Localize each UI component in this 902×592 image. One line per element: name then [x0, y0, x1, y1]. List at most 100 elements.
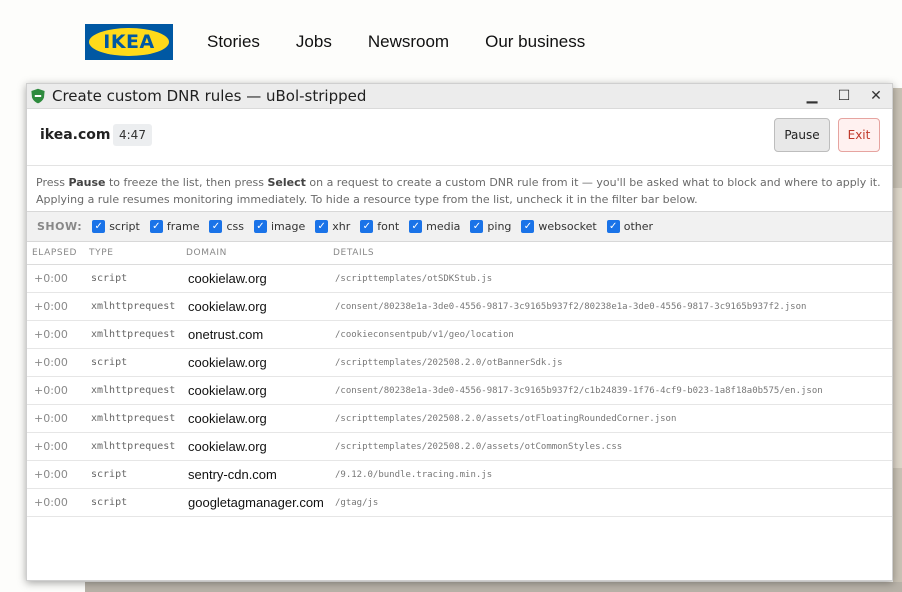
- nav-newsroom[interactable]: Newsroom: [368, 31, 449, 53]
- minimize-icon[interactable]: ▁: [796, 84, 828, 108]
- logo-oval: IKEA: [89, 28, 169, 56]
- pause-button[interactable]: Pause: [774, 118, 830, 152]
- help-text: Press Pause to freeze the list, then pre…: [27, 166, 892, 212]
- row-details: /gtag/js: [335, 497, 379, 508]
- table-row[interactable]: +0:00 script sentry-cdn.com /9.12.0/bund…: [27, 461, 892, 489]
- filter-media[interactable]: ✓ media: [409, 220, 460, 233]
- row-domain: cookielaw.org: [188, 355, 267, 370]
- countdown-timer: 4:47: [113, 124, 152, 146]
- table-row[interactable]: +0:00 script cookielaw.org /scripttempla…: [27, 349, 892, 377]
- table-row[interactable]: +0:00 script googletagmanager.com /gtag/…: [27, 489, 892, 517]
- row-type: script: [91, 273, 128, 284]
- nav-jobs[interactable]: Jobs: [296, 31, 332, 53]
- filter-frame[interactable]: ✓ frame: [149, 220, 199, 233]
- column-elapsed: ELAPSED: [32, 248, 78, 258]
- row-type: script: [91, 357, 128, 368]
- row-details: /scripttemplates/202508.2.0/otBannerSdk.…: [335, 357, 563, 368]
- row-type: xmlhttprequest: [91, 441, 176, 452]
- dnr-rules-window: Create custom DNR rules — uBol-stripped …: [26, 83, 893, 581]
- row-elapsed: +0:00: [34, 328, 68, 341]
- row-elapsed: +0:00: [34, 384, 68, 397]
- filter-websocket[interactable]: ✓ websocket: [521, 220, 597, 233]
- column-type: TYPE: [89, 248, 114, 258]
- row-type: script: [91, 469, 128, 480]
- row-domain: cookielaw.org: [188, 439, 267, 454]
- row-domain: cookielaw.org: [188, 383, 267, 398]
- checkbox-icon[interactable]: ✓: [315, 220, 329, 233]
- filter-xhr[interactable]: ✓ xhr: [315, 220, 350, 233]
- nav-stories[interactable]: Stories: [207, 31, 260, 53]
- row-type: xmlhttprequest: [91, 329, 176, 340]
- row-elapsed: +0:00: [34, 468, 68, 481]
- site-header: IKEA Stories Jobs Newsroom Our business: [0, 0, 902, 84]
- window-titlebar[interactable]: Create custom DNR rules — uBol-stripped …: [27, 84, 892, 109]
- row-details: /scripttemplates/202508.2.0/assets/otCom…: [335, 441, 623, 452]
- row-domain: googletagmanager.com: [188, 495, 324, 510]
- request-list: +0:00 script cookielaw.org /scripttempla…: [27, 265, 892, 517]
- filter-css[interactable]: ✓ css: [209, 220, 244, 233]
- row-type: xmlhttprequest: [91, 301, 176, 312]
- help-select-keyword: Select: [267, 176, 306, 189]
- site-name: ikea.com: [40, 127, 111, 143]
- row-elapsed: +0:00: [34, 440, 68, 453]
- row-domain: cookielaw.org: [188, 411, 267, 426]
- filter-ping[interactable]: ✓ ping: [470, 220, 511, 233]
- column-domain: DOMAIN: [186, 248, 227, 258]
- table-row[interactable]: +0:00 xmlhttprequest cookielaw.org /scri…: [27, 433, 892, 461]
- site-nav: Stories Jobs Newsroom Our business: [207, 31, 621, 53]
- row-domain: cookielaw.org: [188, 271, 267, 286]
- table-row[interactable]: +0:00 xmlhttprequest onetrust.com /cooki…: [27, 321, 892, 349]
- table-row[interactable]: +0:00 script cookielaw.org /scripttempla…: [27, 265, 892, 293]
- nav-our-business[interactable]: Our business: [485, 31, 585, 53]
- row-details: /cookieconsentpub/v1/geo/location: [335, 329, 514, 340]
- close-icon[interactable]: ✕: [860, 84, 892, 108]
- logo-text: IKEA: [103, 31, 155, 53]
- row-elapsed: +0:00: [34, 412, 68, 425]
- checkbox-icon[interactable]: ✓: [360, 220, 374, 233]
- window-title: Create custom DNR rules — uBol-stripped: [52, 87, 367, 105]
- row-elapsed: +0:00: [34, 272, 68, 285]
- row-domain: cookielaw.org: [188, 299, 267, 314]
- row-domain: sentry-cdn.com: [188, 467, 277, 482]
- row-type: xmlhttprequest: [91, 385, 176, 396]
- table-row[interactable]: +0:00 xmlhttprequest cookielaw.org /cons…: [27, 377, 892, 405]
- row-type: script: [91, 497, 128, 508]
- checkbox-icon[interactable]: ✓: [470, 220, 484, 233]
- table-header: ELAPSED TYPE DOMAIN DETAILS: [27, 242, 892, 265]
- checkbox-icon[interactable]: ✓: [521, 220, 535, 233]
- checkbox-icon[interactable]: ✓: [253, 220, 267, 233]
- row-elapsed: +0:00: [34, 356, 68, 369]
- checkbox-icon[interactable]: ✓: [606, 220, 620, 233]
- table-row[interactable]: +0:00 xmlhttprequest cookielaw.org /cons…: [27, 293, 892, 321]
- row-elapsed: +0:00: [34, 496, 68, 509]
- hero-image-bottom: [85, 582, 902, 592]
- filter-label: SHOW:: [37, 220, 83, 233]
- hero-image-edge: [893, 88, 902, 592]
- window-controls: ▁ ☐ ✕: [796, 84, 892, 108]
- checkbox-icon[interactable]: ✓: [409, 220, 423, 233]
- row-details: /scripttemplates/202508.2.0/assets/otFlo…: [335, 413, 677, 424]
- filter-font[interactable]: ✓ font: [360, 220, 399, 233]
- maximize-icon[interactable]: ☐: [828, 84, 860, 108]
- exit-button[interactable]: Exit: [838, 118, 880, 152]
- table-row[interactable]: +0:00 xmlhttprequest cookielaw.org /scri…: [27, 405, 892, 433]
- row-details: /scripttemplates/otSDKStub.js: [335, 273, 493, 284]
- row-elapsed: +0:00: [34, 300, 68, 313]
- filter-bar: SHOW: ✓ script ✓ frame ✓ css ✓ image ✓ xhr ✓ f…: [27, 212, 892, 242]
- row-details: /9.12.0/bundle.tracing.min.js: [335, 469, 493, 480]
- row-details: /consent/80238e1a-3de0-4556-9817-3c9165b…: [335, 301, 807, 312]
- column-details: DETAILS: [333, 248, 375, 258]
- toolbar: ikea.com 4:47 Pause Exit: [27, 109, 892, 166]
- row-type: xmlhttprequest: [91, 413, 176, 424]
- row-domain: onetrust.com: [188, 327, 264, 342]
- filter-other[interactable]: ✓ other: [606, 220, 653, 233]
- row-details: /consent/80238e1a-3de0-4556-9817-3c9165b…: [335, 385, 823, 396]
- filter-script[interactable]: ✓ script: [92, 220, 140, 233]
- checkbox-icon[interactable]: ✓: [149, 220, 163, 233]
- ikea-logo[interactable]: IKEA: [85, 24, 173, 60]
- checkbox-icon[interactable]: ✓: [92, 220, 106, 233]
- checkbox-icon[interactable]: ✓: [209, 220, 223, 233]
- filter-image[interactable]: ✓ image: [253, 220, 305, 233]
- ublock-shield-icon: [31, 88, 45, 104]
- help-pause-keyword: Pause: [68, 176, 106, 189]
